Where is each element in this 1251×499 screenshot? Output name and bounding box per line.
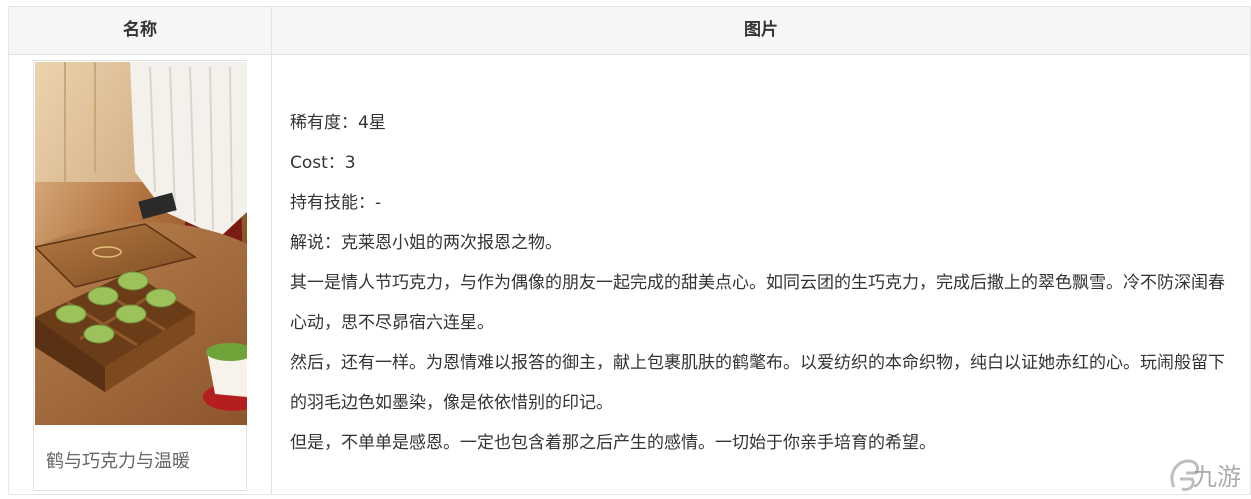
craft-essence-card: 鹤与巧克力与温暖 — [33, 60, 247, 491]
header-name: 名称 — [123, 20, 157, 40]
description-paragraph-3: 但是，不单单是感恩。一定也包含着那之后产生的感情。一切始于你亲手培育的希望。 — [290, 433, 936, 453]
skill-line: 持有技能：- — [290, 193, 382, 213]
intro-line: 解说：克莱恩小姐的两次报恩之物。 — [290, 233, 562, 253]
craft-essence-illustration — [35, 62, 247, 425]
header-image: 图片 — [744, 20, 778, 40]
rarity-line: 稀有度：4星 — [290, 113, 386, 133]
description-paragraph-2: 然后，还有一样。为恩情难以报答的御主，献上包裹肌肤的鹤氅布。以爱纺织的本命织物，… — [290, 353, 1225, 413]
details-text: 稀有度：4星 Cost：3 持有技能：- 解说：克莱恩小姐的两次报恩之物。 其一… — [290, 103, 1240, 463]
table-header-row: 名称 图片 — [9, 7, 1250, 55]
info-table: 名称 图片 鹤与巧克力与温暖 稀有度：4星 Cost：3 持有技能：- 解说：克… — [8, 6, 1251, 495]
cost-line: Cost：3 — [290, 153, 356, 173]
watermark-text: 九游 — [1193, 463, 1241, 491]
column-divider — [271, 7, 272, 494]
description-paragraph-1: 其一是情人节巧克力，与作为偶像的朋友一起完成的甜美点心。如同云团的生巧克力，完成… — [290, 273, 1225, 333]
card-caption: 鹤与巧克力与温暖 — [46, 451, 190, 472]
